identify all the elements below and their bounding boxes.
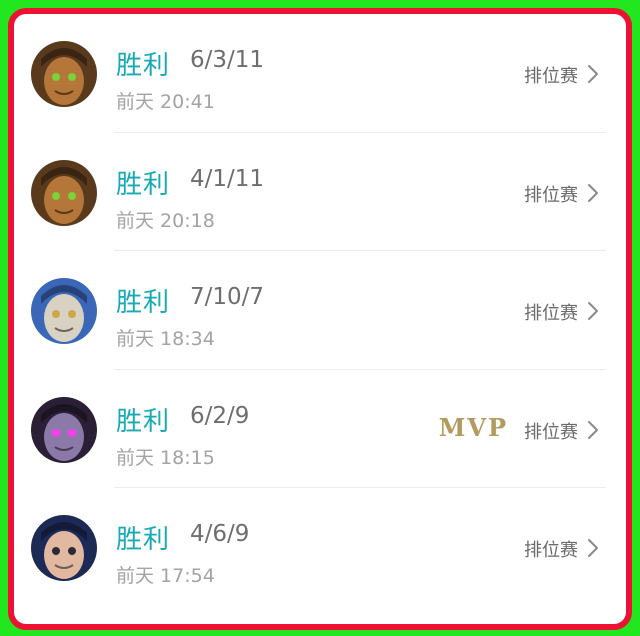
kda-score: 6/2/9 bbox=[190, 402, 250, 429]
match-time: 前天 20:41 bbox=[116, 91, 215, 113]
chevron-right-icon bbox=[588, 183, 598, 202]
match-mode: 排位赛 bbox=[524, 540, 578, 561]
match-result: 胜利 bbox=[116, 169, 171, 200]
match-result: 胜利 bbox=[116, 406, 171, 437]
match-time: 前天 20:18 bbox=[116, 209, 215, 232]
match-result: 胜利 bbox=[116, 51, 171, 81]
match-time: 前天 18:34 bbox=[116, 328, 215, 350]
chevron-right-icon bbox=[588, 539, 598, 557]
match-row[interactable]: 胜利 6/3/11 前天 20:41 排位赛 bbox=[14, 14, 626, 133]
match-time: 前天 17:54 bbox=[116, 565, 215, 587]
match-time: 前天 18:15 bbox=[116, 446, 215, 469]
kda-score: 6/3/11 bbox=[190, 47, 265, 73]
kda-score: 4/6/9 bbox=[190, 521, 250, 547]
mvp-badge: MVP bbox=[438, 412, 508, 442]
match-mode: 排位赛 bbox=[524, 66, 578, 87]
chevron-right-icon bbox=[588, 302, 598, 320]
hero-avatar bbox=[31, 41, 97, 107]
match-history-panel: 胜利 6/3/11 前天 20:41 排位赛 胜利 4/1/11 前天 20:1… bbox=[8, 8, 632, 630]
match-result: 胜利 bbox=[116, 525, 171, 555]
match-row[interactable]: 胜利 7/10/7 前天 18:34 排位赛 bbox=[14, 251, 626, 370]
chevron-right-icon bbox=[588, 420, 598, 439]
match-row[interactable]: 胜利 4/6/9 前天 17:54 排位赛 bbox=[14, 488, 626, 607]
chevron-right-icon bbox=[588, 65, 598, 83]
match-list: 胜利 6/3/11 前天 20:41 排位赛 胜利 4/1/11 前天 20:1… bbox=[14, 14, 626, 607]
match-result: 胜利 bbox=[116, 288, 171, 318]
match-mode: 排位赛 bbox=[524, 184, 578, 206]
kda-score: 7/10/7 bbox=[190, 284, 265, 310]
hero-avatar bbox=[31, 396, 97, 463]
match-mode: 排位赛 bbox=[524, 303, 578, 324]
hero-avatar bbox=[31, 159, 97, 226]
match-row[interactable]: 胜利 4/1/11 前天 20:18 排位赛 bbox=[14, 133, 626, 251]
hero-avatar bbox=[31, 278, 97, 344]
match-row[interactable]: 胜利 6/2/9 前天 18:15 MVP 排位赛 bbox=[14, 370, 626, 488]
hero-avatar bbox=[31, 515, 97, 581]
match-mode: 排位赛 bbox=[524, 421, 578, 443]
kda-score: 4/1/11 bbox=[190, 165, 265, 192]
